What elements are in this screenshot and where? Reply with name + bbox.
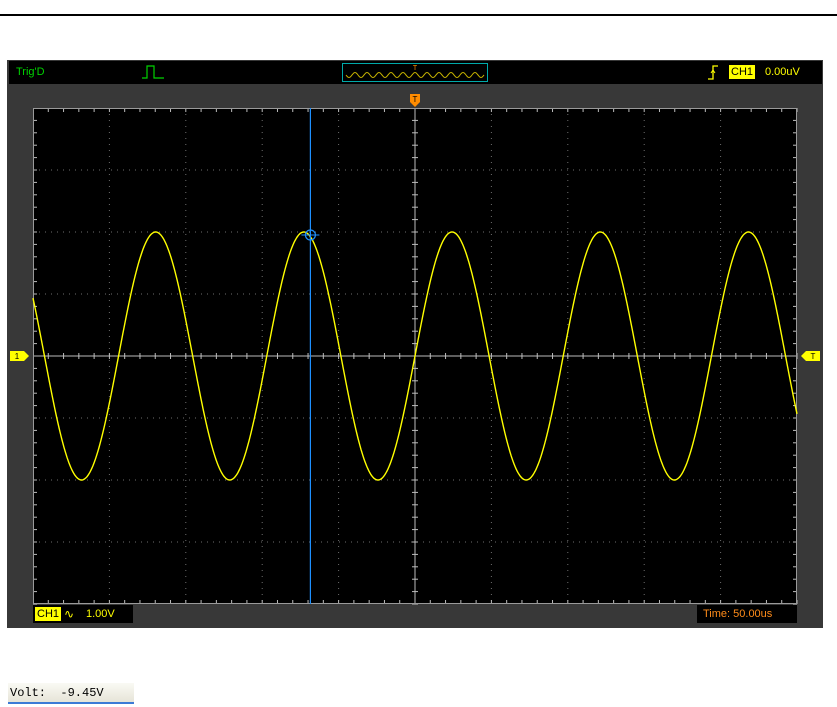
trigger-position-marker[interactable]: T — [410, 94, 420, 107]
timebase-readout: Time: 50.00us — [703, 608, 773, 620]
scope-screen[interactable]: T 1 T — [0, 0, 837, 640]
channel-badge: CH1 — [35, 607, 62, 621]
trigger-level-label: T — [811, 352, 816, 361]
trigger-position-label: T — [413, 95, 418, 104]
channel-1-marker[interactable]: 1 — [10, 351, 29, 361]
ac-coupling-icon: ∿ — [64, 607, 75, 621]
trigger-level-marker[interactable]: T — [801, 351, 820, 361]
timebase-bar: Time: 50.00us — [697, 605, 797, 623]
volt-readout-box: Volt: -9.45V — [8, 683, 134, 704]
volts-per-division: 1.00V — [86, 608, 115, 620]
volt-readout: Volt: -9.45V — [10, 686, 104, 700]
channel-1-label: 1 — [15, 352, 20, 361]
channel-info-bar: CH1 ∿ 1.00V — [33, 605, 133, 623]
